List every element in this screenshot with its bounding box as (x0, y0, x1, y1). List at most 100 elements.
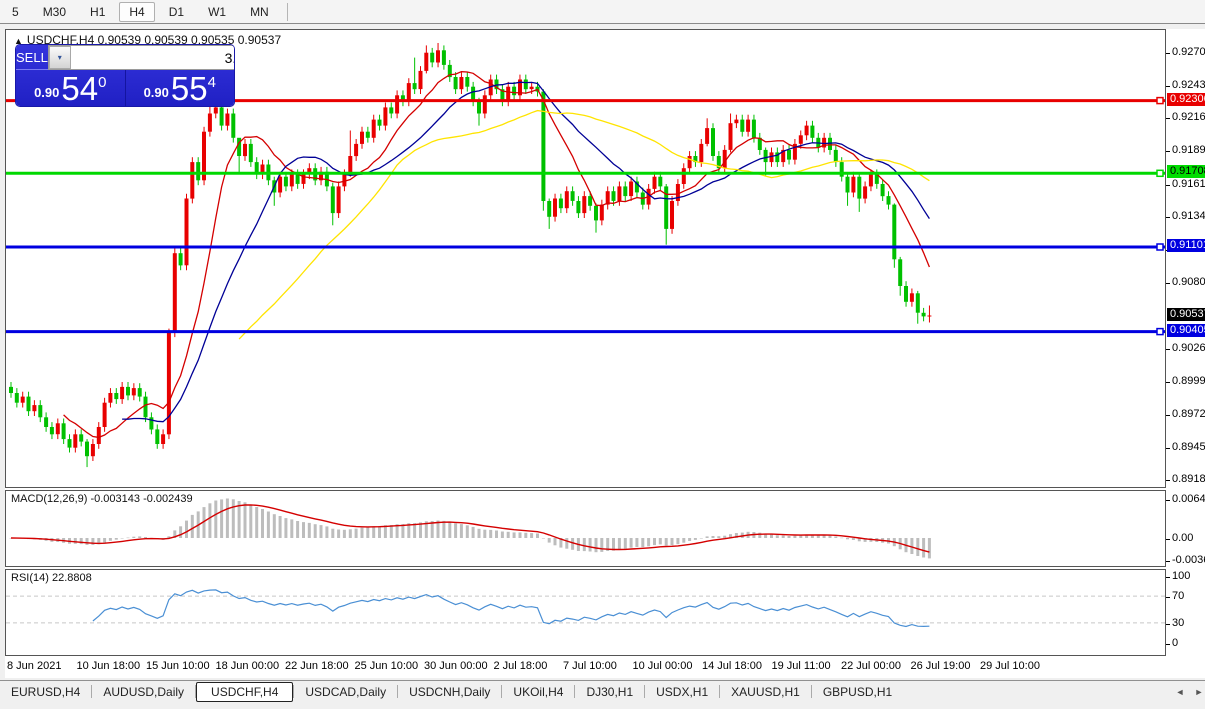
price-badge-0.92306: 0.92306 (1167, 93, 1205, 106)
date-label: 18 Jun 00:00 (216, 660, 280, 672)
tab-scroll-right-icon[interactable]: ► (1191, 684, 1205, 700)
price-tick: 0.89990 (1172, 375, 1205, 387)
price-tick: 0.92430 (1172, 79, 1205, 91)
price-tick-mark (1166, 151, 1170, 152)
price-tick: 0.91345 (1172, 210, 1205, 222)
date-label: 25 Jun 10:00 (355, 660, 419, 672)
rsi-tick-mark (1166, 577, 1170, 578)
price-tick: 0.90265 (1172, 342, 1205, 354)
price-badge-0.90537: 0.90537 (1167, 308, 1205, 321)
rsi-label: RSI(14) 22.8808 (11, 572, 92, 584)
price-badge-0.91708: 0.91708 (1167, 165, 1205, 178)
tab-scroll-left-icon[interactable]: ◄ (1172, 684, 1188, 700)
buy-price[interactable]: 0.90 55 4 (126, 70, 235, 106)
macd-tick-mark (1166, 561, 1170, 562)
chart-window: ▲USDCHF,H4 0.90539 0.90539 0.90535 0.905… (5, 29, 1205, 678)
price-tick-mark (1166, 118, 1170, 119)
rsi-indicator-panel[interactable]: RSI(14) 22.8808 (5, 569, 1166, 656)
volume-input[interactable] (71, 46, 234, 69)
price-tick: 0.89180 (1172, 473, 1205, 485)
buy-price-prefix: 0.90 (144, 85, 169, 100)
buy-price-main: 55 (171, 72, 208, 105)
timeframe-button-w1[interactable]: W1 (198, 2, 236, 22)
price-tick: 0.91890 (1172, 144, 1205, 156)
buy-price-pip: 4 (208, 74, 216, 91)
macd-tick-mark (1166, 539, 1170, 540)
sell-price-pip: 0 (98, 74, 106, 91)
timeframe-toolbar: 5M30H1H4D1W1MN (0, 0, 1205, 24)
price-tick-mark (1166, 480, 1170, 481)
rsi-tick-mark (1166, 644, 1170, 645)
tab-usdcnh-daily[interactable]: USDCNH,Daily (398, 683, 501, 701)
date-axis[interactable]: 8 Jun 2021 10 Jun 18:00 15 Jun 10:00 18 Jun… (5, 656, 1166, 678)
date-label: 26 Jul 19:00 (911, 660, 971, 672)
timeframe-button-5[interactable]: 5 (2, 2, 29, 22)
macd-label: MACD(12,26,9) -0.003143 -0.002439 (11, 493, 193, 505)
date-label: 15 Jun 10:00 (146, 660, 210, 672)
trading-platform-window: 5M30H1H4D1W1MN ▲USDCHF,H4 0.90539 0.9053… (0, 0, 1205, 709)
date-label: 2 Jul 18:00 (494, 660, 548, 672)
rsi-tick-mark (1166, 597, 1170, 598)
timeframe-button-h1[interactable]: H1 (80, 2, 115, 22)
volume-decrease-icon[interactable]: ▾ (49, 46, 71, 69)
rsi-tick-mark (1166, 624, 1170, 625)
price-tick-mark (1166, 349, 1170, 350)
tab-usdx-h1[interactable]: USDX,H1 (645, 683, 719, 701)
timeframe-button-mn[interactable]: MN (240, 2, 279, 22)
price-tick: 0.89720 (1172, 408, 1205, 420)
date-label: 22 Jun 18:00 (285, 660, 349, 672)
one-click-trading-widget: SELL ▾ ▴ BUY 0.90 54 0 0.90 (16, 45, 234, 106)
date-label: 30 Jun 00:00 (424, 660, 488, 672)
tab-gbpusd-h1[interactable]: GBPUSD,H1 (812, 683, 903, 701)
tab-usdcad-daily[interactable]: USDCAD,Daily (294, 683, 397, 701)
price-tick-mark (1166, 382, 1170, 383)
rsi-tick: 70 (1172, 590, 1184, 602)
rsi-tick: 0 (1172, 637, 1178, 649)
toolbar-separator (287, 3, 288, 21)
date-label: 10 Jul 00:00 (633, 660, 693, 672)
price-tick: 0.90805 (1172, 276, 1205, 288)
volume-spinner: ▾ ▴ (48, 45, 234, 70)
sell-price-main: 54 (61, 72, 98, 105)
macd-tick: -0.0036 (1172, 554, 1205, 566)
rsi-chart[interactable] (6, 570, 1165, 655)
price-chart-panel[interactable]: ▲USDCHF,H4 0.90539 0.90539 0.90535 0.905… (5, 29, 1166, 488)
tab-dj30-h1[interactable]: DJ30,H1 (575, 683, 644, 701)
price-tick: 0.92700 (1172, 46, 1205, 58)
date-label: 8 Jun 2021 (7, 660, 61, 672)
date-label: 7 Jul 10:00 (563, 660, 617, 672)
timeframe-button-d1[interactable]: D1 (159, 2, 194, 22)
price-tick: 0.92160 (1172, 111, 1205, 123)
macd-tick: 0.00 (1172, 532, 1193, 544)
macd-tick: 0.006455 (1172, 493, 1205, 505)
price-tick-mark (1166, 185, 1170, 186)
date-label: 29 Jul 10:00 (980, 660, 1040, 672)
tab-xauusd-h1[interactable]: XAUUSD,H1 (720, 683, 811, 701)
price-tick-mark (1166, 415, 1170, 416)
tab-audusd-daily[interactable]: AUDUSD,Daily (92, 683, 195, 701)
date-label: 19 Jul 11:00 (772, 660, 831, 672)
macd-tick-mark (1166, 500, 1170, 501)
sell-price[interactable]: 0.90 54 0 (16, 70, 126, 106)
sell-button[interactable]: SELL (16, 45, 48, 70)
price-tick-mark (1166, 53, 1170, 54)
timeframe-button-h4[interactable]: H4 (119, 2, 154, 22)
price-tick-mark (1166, 448, 1170, 449)
price-axis[interactable]: 0.92700 0.92430 0.92160 0.91890 0.91615 0.913… (1166, 29, 1205, 656)
price-badge-0.90405: 0.90405 (1167, 324, 1205, 337)
rsi-tick: 30 (1172, 617, 1184, 629)
tab-ukoil-h4[interactable]: UKOil,H4 (502, 683, 574, 701)
date-label: 22 Jul 00:00 (841, 660, 901, 672)
date-label: 10 Jun 18:00 (77, 660, 141, 672)
price-badge-0.91101: 0.91101 (1167, 239, 1205, 252)
macd-indicator-panel[interactable]: MACD(12,26,9) -0.003143 -0.002439 (5, 490, 1166, 567)
price-tick: 0.91615 (1172, 178, 1205, 190)
sell-price-prefix: 0.90 (34, 85, 59, 100)
tab-eurusd-h4[interactable]: EURUSD,H4 (0, 683, 91, 701)
timeframe-button-m30[interactable]: M30 (33, 2, 76, 22)
price-tick: 0.89450 (1172, 441, 1205, 453)
symbol-tab-bar: EURUSD,H4AUDUSD,DailyUSDCHF,H4USDCAD,Dai… (0, 680, 1205, 702)
rsi-tick: 100 (1172, 570, 1190, 582)
date-label: 14 Jul 18:00 (702, 660, 762, 672)
tab-usdchf-h4[interactable]: USDCHF,H4 (196, 682, 293, 702)
